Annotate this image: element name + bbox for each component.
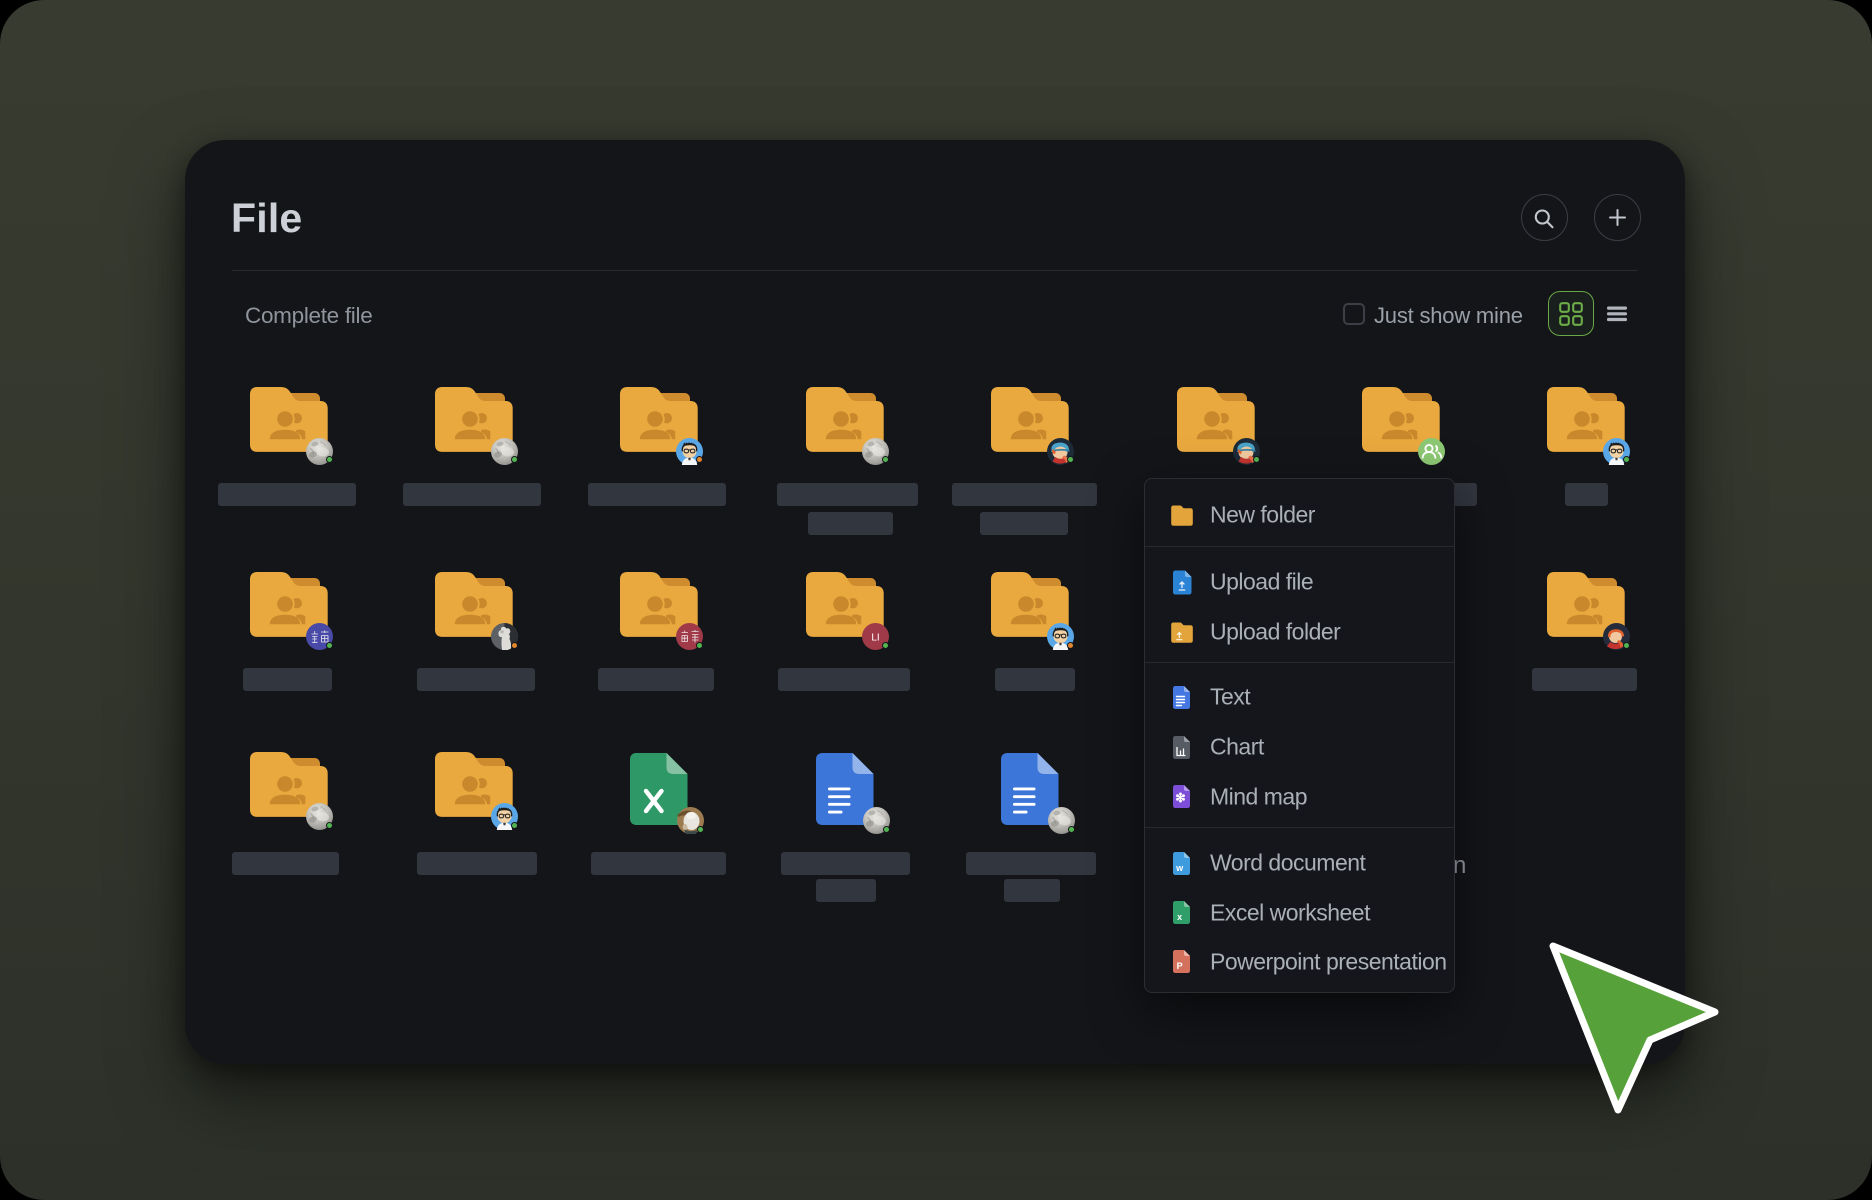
svg-text:w: w <box>1175 863 1184 873</box>
svg-text:x: x <box>1177 912 1182 922</box>
svg-text:P: P <box>1177 961 1183 971</box>
